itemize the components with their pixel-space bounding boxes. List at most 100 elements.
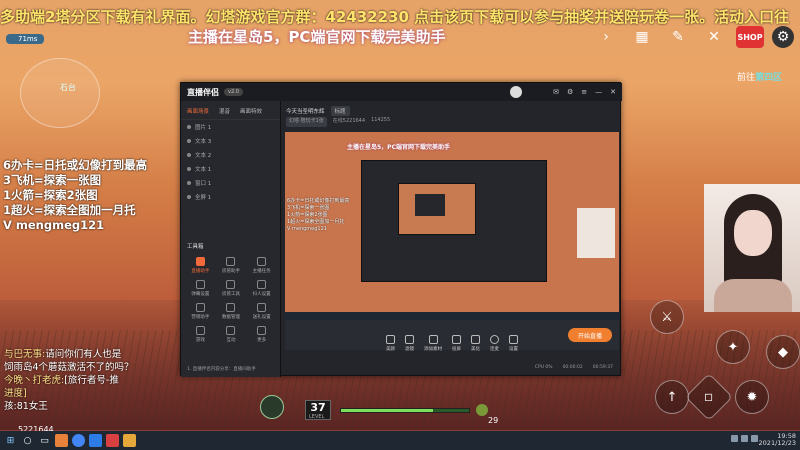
room-tag: 幻塔·陪玩卡1张	[286, 117, 327, 127]
control-button[interactable]: 滤镜	[405, 334, 414, 352]
control-button[interactable]: 添加素材	[424, 334, 442, 352]
volume-icon[interactable]	[741, 435, 748, 442]
sidebar-tabs: 画面场景 混音 画面特效	[181, 101, 280, 120]
start-icon[interactable]: ⊞	[4, 434, 17, 447]
scene-item[interactable]: 全屏 1	[181, 190, 280, 204]
eye-icon[interactable]	[187, 195, 191, 199]
tab-scene[interactable]: 画面场景	[187, 107, 209, 115]
tool-icon	[195, 280, 205, 289]
scrolling-ticker: 多助端2塔分区下载有礼界面。幻塔游戏官方群：42432230 点击该页下载可以参…	[0, 8, 790, 26]
tool-item[interactable]: 游戏	[185, 326, 216, 343]
menu-icon[interactable]: ≡	[581, 88, 587, 96]
room-heat: 114255	[371, 117, 391, 123]
tool-item[interactable]: 送礼设置	[246, 303, 277, 320]
control-button[interactable]: 投屏	[452, 334, 461, 352]
eye-icon[interactable]	[187, 139, 191, 143]
message-icon[interactable]: ✉	[553, 88, 559, 96]
item-icon[interactable]	[476, 404, 488, 416]
app-icon-1[interactable]	[55, 434, 68, 447]
tool-item[interactable]: 房管工具	[216, 280, 247, 297]
control-label: 美颜	[386, 346, 395, 352]
skill-button-3[interactable]: ◆	[766, 335, 800, 369]
chevron-icon[interactable]: ›	[592, 26, 620, 48]
windows-taskbar: ⊞ ○ ▭	[0, 431, 800, 450]
title-bar: 直播伴侣 v2.0 ✉ ⚙ ≡ — ✕	[181, 83, 622, 101]
stream-preview[interactable]: 主播在星岛5，PC端官网下载完美助手 6办卡=日托或幻像打到最高 3飞机=探索一…	[285, 132, 619, 350]
close-icon[interactable]: ✕	[610, 88, 616, 96]
control-button[interactable]: 美颜	[386, 334, 395, 352]
tab-mixer[interactable]: 混音	[219, 107, 230, 115]
health-fill	[341, 409, 434, 412]
tool-item[interactable]: 更多	[246, 326, 277, 343]
health-bar	[340, 408, 470, 413]
tool-label: 直播助手	[191, 269, 210, 274]
search-icon[interactable]: ○	[21, 434, 34, 447]
app-icon-3[interactable]	[106, 434, 119, 447]
preview-webcam	[577, 208, 615, 258]
calendar-icon[interactable]: ▦	[628, 26, 656, 48]
tool-item[interactable]: 互动	[216, 326, 247, 343]
tab-effects[interactable]: 画面特效	[240, 107, 262, 115]
tool-label: 主播任务	[252, 269, 271, 274]
scene-item[interactable]: 文本 3	[181, 134, 280, 148]
skill-button-1[interactable]: ⚔	[650, 300, 684, 334]
control-icon	[428, 334, 438, 344]
scene-item[interactable]: 文本 1	[181, 162, 280, 176]
clock[interactable]: 19:58 2021/12/23	[759, 433, 796, 447]
tool-item[interactable]: 弹幕设置	[185, 280, 216, 297]
settings-icon[interactable]: ⚙	[567, 88, 573, 96]
eye-icon[interactable]	[187, 125, 191, 129]
app-icon-4[interactable]	[123, 434, 136, 447]
tool-item[interactable]: 营销助手	[185, 303, 216, 320]
start-live-button[interactable]: 开始直播	[568, 328, 612, 342]
network-icon[interactable]	[731, 435, 738, 442]
camera-button[interactable]	[260, 395, 284, 419]
control-icon	[386, 334, 395, 344]
control-label: 投屏	[452, 346, 461, 352]
tool-item[interactable]: 房管助手	[216, 257, 247, 274]
control-label: 设置	[509, 346, 518, 352]
avatar[interactable]	[510, 86, 522, 98]
attack-button[interactable]: ✹	[735, 380, 769, 414]
tool-icon	[226, 303, 236, 312]
tool-item[interactable]: 直播助手	[185, 257, 216, 274]
tool-item[interactable]: 主播任务	[246, 257, 277, 274]
streaming-app-window: 直播伴侣 v2.0 ✉ ⚙ ≡ — ✕ 画面场景 混音 画面特效 图片 1 文本…	[180, 82, 622, 377]
scene-item[interactable]: 文本 2	[181, 148, 280, 162]
eye-icon[interactable]	[187, 167, 191, 171]
skill-button-2[interactable]: ✦	[716, 330, 750, 364]
chrome-icon[interactable]	[72, 434, 85, 447]
tools-icon[interactable]: ✕	[700, 26, 728, 48]
control-button[interactable]: 连麦	[490, 334, 499, 352]
level-label: LEVEL	[309, 414, 325, 420]
duration-status: 00:00:02	[562, 365, 583, 370]
gear-icon[interactable]: ⚙	[772, 26, 794, 48]
taskview-icon[interactable]: ▭	[38, 434, 51, 447]
control-button[interactable]: 设置	[509, 334, 518, 352]
control-label: 连麦	[490, 346, 499, 352]
edit-title-button[interactable]: 标题	[330, 106, 350, 116]
app-icon-2[interactable]	[89, 434, 102, 447]
control-button[interactable]: 美化	[471, 334, 480, 352]
tool-icon	[195, 257, 205, 266]
tool-label: 房管工具	[221, 292, 240, 297]
shop-icon[interactable]: SHOP	[736, 26, 764, 48]
ime-icon[interactable]	[751, 435, 758, 442]
minimap[interactable]	[20, 58, 100, 128]
region-link[interactable]: 前往第四区	[737, 70, 782, 83]
scene-item[interactable]: 图片 1	[181, 120, 280, 134]
edit-icon[interactable]: ✎	[664, 26, 692, 48]
tool-item[interactable]: 抖人设置	[246, 280, 277, 297]
preview-rules-text: 6办卡=日托或幻像打到最高 3飞机=探索一张图 1火箭=探索2张图 1超火=探索…	[287, 198, 350, 232]
jump-button[interactable]: ↑	[655, 380, 689, 414]
top-icon-bar: › ▦ ✎ ✕ SHOP ⚙	[592, 26, 794, 48]
tool-item[interactable]: 数据管理	[216, 303, 247, 320]
scene-item[interactable]: 窗口 1	[181, 176, 280, 190]
minimize-icon[interactable]: —	[595, 88, 602, 96]
eye-icon[interactable]	[187, 153, 191, 157]
eye-icon[interactable]	[187, 181, 191, 185]
tool-label: 游戏	[195, 338, 205, 343]
preview-taskbar	[285, 312, 619, 320]
region-prefix: 前往	[737, 73, 756, 83]
toolbox-title: 工具箱	[187, 244, 204, 250]
